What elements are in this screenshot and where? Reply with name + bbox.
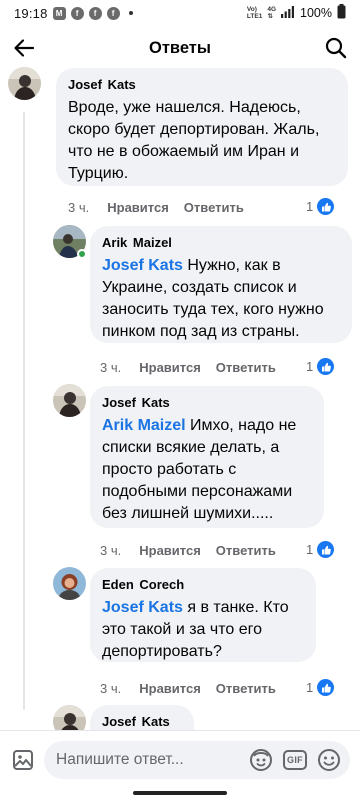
- comment-actions: 3 ч. Нравится Ответить: [100, 360, 276, 375]
- comment-thread[interactable]: Josef Kats Вроде, уже нашелся. Надеюсь, …: [0, 64, 360, 730]
- comment-text: Вроде, уже нашелся. Надеюсь, скоро будет…: [68, 97, 336, 185]
- avatar-image: [53, 384, 86, 417]
- reply-composer: GIF: [0, 730, 360, 788]
- more-notifications-dot-icon: [128, 11, 133, 15]
- reply-field[interactable]: GIF: [44, 741, 350, 779]
- search-button[interactable]: [320, 32, 352, 64]
- reply-link[interactable]: Ответить: [184, 200, 244, 215]
- reply-link[interactable]: Ответить: [216, 543, 276, 558]
- mention-link[interactable]: Josef Kats: [102, 257, 183, 274]
- avatar-image: [8, 67, 41, 100]
- reply-link[interactable]: Ответить: [216, 681, 276, 696]
- composer-actions: GIF: [248, 747, 342, 773]
- search-icon: [325, 37, 347, 59]
- comment-bubble[interactable]: Josef Kats: [90, 705, 194, 730]
- reaction-count[interactable]: 1: [306, 679, 335, 696]
- home-gesture-handle[interactable]: [133, 791, 227, 795]
- volte-indicator: Vo) LTE1: [247, 6, 262, 20]
- thumbs-up-icon: [317, 541, 335, 558]
- comment-author[interactable]: Josef Kats: [102, 394, 312, 412]
- page-title: Ответы: [149, 38, 211, 57]
- comment-author[interactable]: Josef Kats: [68, 76, 336, 94]
- like-count: 1: [306, 359, 314, 374]
- like-count: 1: [306, 542, 314, 557]
- comment-actions: 3 ч. Нравится Ответить: [100, 543, 276, 558]
- like-link[interactable]: Нравится: [107, 200, 169, 215]
- signal-icon: [281, 5, 295, 21]
- status-right: Vo) LTE1 4G ⇅ 100%: [247, 4, 346, 22]
- comment-bubble[interactable]: Josef Kats Вроде, уже нашелся. Надеюсь, …: [56, 68, 348, 186]
- volte-label: Vo): [246, 6, 257, 13]
- avatar[interactable]: [53, 705, 86, 730]
- like-link[interactable]: Нравится: [139, 681, 201, 696]
- comment-body: Вроде, уже нашелся. Надеюсь, скоро будет…: [68, 99, 320, 182]
- reaction-count[interactable]: 1: [306, 198, 335, 215]
- like-count: 1: [306, 680, 314, 695]
- comment-time[interactable]: 3 ч.: [100, 681, 121, 696]
- avatar[interactable]: [53, 567, 86, 600]
- avatar[interactable]: [8, 67, 41, 100]
- facebook-icon: f: [70, 6, 84, 20]
- comment-bubble[interactable]: Josef Kats Arik Maizel Имхо, надо не спи…: [90, 386, 324, 528]
- avatar-image: [53, 567, 86, 600]
- status-left: 19:18 M f f f: [14, 6, 133, 21]
- status-bar: 19:18 M f f f Vo) LTE1 4G ⇅ 100%: [0, 0, 360, 26]
- comment-author[interactable]: Eden Corech: [102, 576, 304, 594]
- comment-text: Arik Maizel Имхо, надо не списки всякие …: [102, 415, 312, 525]
- smiley-icon: [318, 749, 340, 771]
- network-type-label: 4G: [267, 6, 277, 13]
- comment-text: Josef Kats Нужно, как в Украине, создать…: [102, 255, 340, 343]
- lte-label: LTE1: [246, 13, 263, 20]
- reply-link[interactable]: Ответить: [216, 360, 276, 375]
- facebook-icon: f: [88, 6, 102, 20]
- thumbs-up-icon: [317, 679, 335, 696]
- thread-connector-line: [23, 112, 25, 332]
- comment-actions: 3 ч. Нравится Ответить: [100, 681, 276, 696]
- back-button[interactable]: [8, 32, 40, 64]
- reaction-count[interactable]: 1: [306, 358, 335, 375]
- gif-icon: GIF: [283, 750, 307, 770]
- avatar-sticker-icon: [250, 749, 272, 771]
- comment-time[interactable]: 3 ч.: [100, 543, 121, 558]
- status-time: 19:18: [14, 5, 48, 21]
- thumbs-up-icon: [317, 198, 335, 215]
- arrow-left-icon: [14, 39, 35, 57]
- add-photo-button[interactable]: [10, 747, 36, 773]
- like-count: 1: [306, 199, 314, 214]
- comment-author[interactable]: Josef Kats: [102, 713, 182, 730]
- reply-input[interactable]: [56, 751, 246, 769]
- comment-bubble[interactable]: Arik Maizel Josef Kats Нужно, как в Укра…: [90, 226, 352, 343]
- reaction-count[interactable]: 1: [306, 541, 335, 558]
- mention-link[interactable]: Arik Maizel: [102, 417, 186, 434]
- battery-icon: [337, 4, 346, 22]
- comment-actions: 3 ч. Нравится Ответить: [68, 200, 244, 215]
- thumbs-up-icon: [317, 358, 335, 375]
- comment-time[interactable]: 3 ч.: [100, 360, 121, 375]
- battery-level: 100%: [300, 6, 332, 20]
- avatar-image: [53, 705, 86, 730]
- avatar-sticker-button[interactable]: [248, 747, 274, 773]
- comment-time[interactable]: 3 ч.: [68, 200, 89, 215]
- gif-button[interactable]: GIF: [282, 747, 308, 773]
- facebook-icon: f: [106, 6, 120, 20]
- comment-author[interactable]: Arik Maizel: [102, 234, 340, 252]
- comment-bubble[interactable]: Eden Corech Josef Kats я в танке. Кто эт…: [90, 568, 316, 662]
- comment-text: Josef Kats я в танке. Кто это такой и за…: [102, 597, 304, 663]
- mention-link[interactable]: Josef Kats: [102, 599, 183, 616]
- m-app-icon: M: [52, 6, 66, 20]
- photo-icon: [13, 750, 33, 770]
- avatar[interactable]: [53, 384, 86, 417]
- like-link[interactable]: Нравится: [139, 360, 201, 375]
- online-status-icon: [77, 249, 87, 259]
- system-nav-bar: [0, 788, 360, 800]
- network-type: 4G ⇅: [267, 6, 277, 20]
- like-link[interactable]: Нравится: [139, 543, 201, 558]
- thread-connector-line: [23, 330, 25, 710]
- emoji-button[interactable]: [316, 747, 342, 773]
